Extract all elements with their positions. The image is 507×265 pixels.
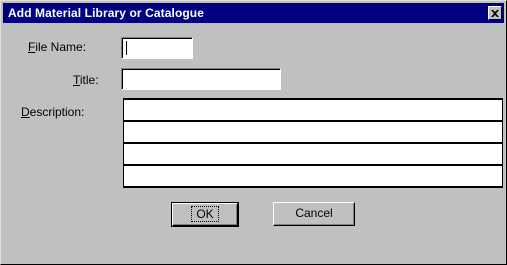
title-input[interactable] xyxy=(121,68,281,90)
ok-label: OK xyxy=(191,206,219,222)
file-name-label: File Name: xyxy=(28,40,87,54)
description-line-4[interactable] xyxy=(123,164,503,188)
window-title: Add Material Library or Catalogue xyxy=(8,6,205,20)
cancel-button[interactable]: Cancel xyxy=(273,202,355,226)
description-line-2[interactable] xyxy=(123,120,503,142)
text-caret xyxy=(126,41,127,55)
close-icon xyxy=(491,9,499,17)
close-button[interactable] xyxy=(488,6,502,20)
title-label: Title: xyxy=(73,73,99,87)
title-bar[interactable]: Add Material Library or Catalogue xyxy=(3,3,504,23)
ok-button[interactable]: OK xyxy=(171,202,239,227)
description-label: Description: xyxy=(21,105,85,119)
description-line-3[interactable] xyxy=(123,142,503,164)
description-line-1[interactable] xyxy=(123,98,503,120)
cancel-label: Cancel xyxy=(295,206,333,220)
add-material-library-dialog: Add Material Library or Catalogue File N… xyxy=(0,0,507,265)
file-name-input[interactable] xyxy=(121,37,193,59)
